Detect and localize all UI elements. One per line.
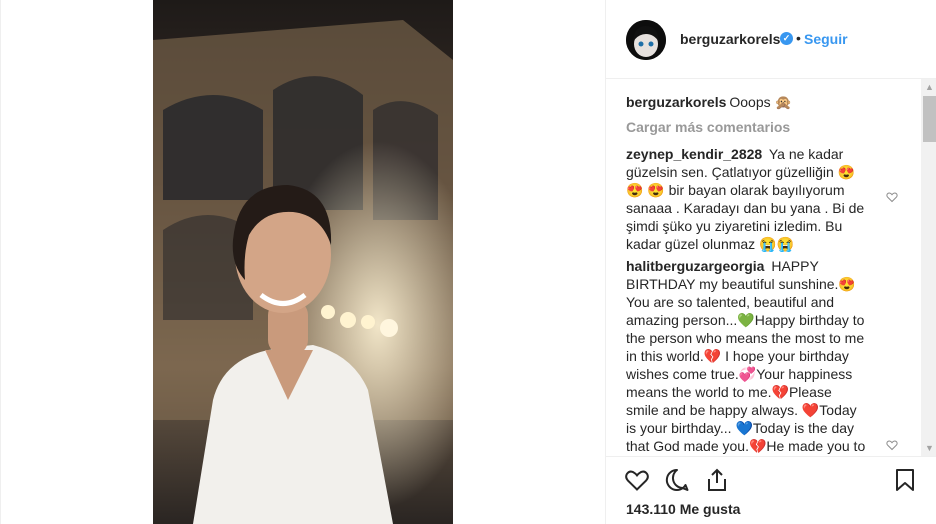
share-arrow-icon[interactable]: [704, 467, 730, 493]
caption-text: Ooops 🙊: [729, 94, 792, 110]
header-username[interactable]: berguzarkorels: [680, 31, 780, 47]
post-header: berguzarkorels ✓ • Seguir: [606, 0, 936, 79]
comment-username[interactable]: zeynep_kendir_2828: [626, 146, 762, 162]
comment-username[interactable]: halitberguzargeorgia: [626, 258, 764, 274]
comment-text: HAPPY BIRTHDAY my beautiful sunshine.😍 Y…: [626, 258, 866, 454]
avatar[interactable]: [626, 20, 666, 60]
scroll-thumb[interactable]: [923, 96, 936, 142]
likes-count[interactable]: 143.110 Me gusta: [626, 501, 740, 517]
bookmark-icon[interactable]: [892, 467, 918, 493]
post-photo[interactable]: [153, 0, 453, 524]
scroll-down-arrow-icon[interactable]: ▼: [921, 440, 936, 456]
comment-bubble-icon[interactable]: [664, 467, 690, 493]
post-modal: berguzarkorels ✓ • Seguir berguzarkorels…: [0, 0, 936, 524]
caption-username[interactable]: berguzarkorels: [626, 94, 726, 110]
photo-column: [1, 0, 605, 524]
comment-item: halitberguzargeorgia HAPPY BIRTHDAY my b…: [626, 257, 866, 456]
post-sidebar: berguzarkorels ✓ • Seguir berguzarkorels…: [605, 0, 936, 524]
verified-badge-icon: ✓: [780, 32, 793, 45]
post-actions: 143.110 Me gusta: [606, 457, 936, 524]
comments-scrollbar[interactable]: ▲ ▼: [921, 79, 936, 456]
comment-like-heart-icon[interactable]: [886, 191, 898, 203]
avatar-image: [626, 20, 666, 60]
comment-item: zeynep_kendir_2828 Ya ne kadar güzelsin …: [626, 145, 866, 253]
follow-button[interactable]: Seguir: [804, 31, 848, 47]
caption: berguzarkorels Ooops 🙊: [626, 93, 792, 111]
load-more-comments-button[interactable]: Cargar más comentarios: [626, 119, 790, 135]
comment-like-heart-icon[interactable]: [886, 439, 898, 451]
comments-list[interactable]: berguzarkorels Ooops 🙊 Cargar más comenta…: [606, 79, 936, 457]
heart-outline-icon[interactable]: [624, 467, 650, 493]
photo-illustration: [153, 0, 453, 524]
scroll-up-arrow-icon[interactable]: ▲: [921, 79, 936, 96]
separator-dot: •: [796, 30, 801, 46]
